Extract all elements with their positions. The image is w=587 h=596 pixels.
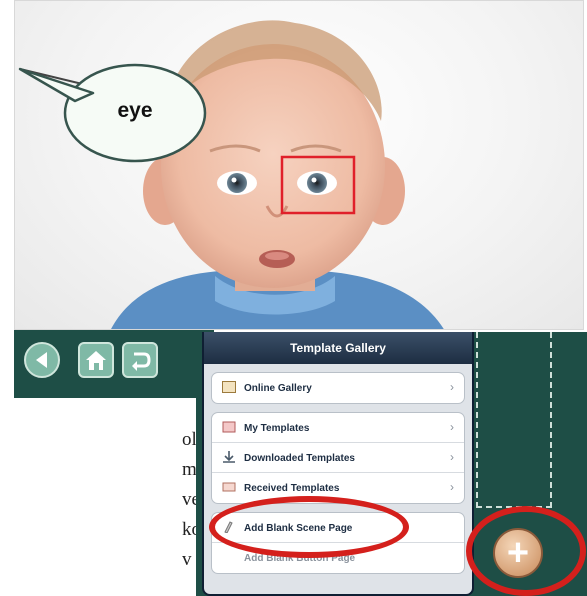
scene-toolbar — [14, 330, 214, 398]
online-group: Online Gallery › — [211, 372, 465, 404]
add-page-button[interactable]: + — [493, 528, 543, 578]
chevron-right-icon: › — [450, 450, 454, 464]
app-panel: Template Gallery Online Gallery › My Tem… — [196, 332, 587, 596]
back-arrow-icon — [36, 352, 47, 368]
chevron-right-icon: › — [450, 380, 454, 394]
downloaded-templates-label: Downloaded Templates — [244, 453, 355, 464]
templates-group: My Templates › Downloaded Templates › Re… — [211, 412, 465, 504]
online-gallery-label: Online Gallery — [244, 383, 312, 394]
received-icon — [222, 482, 236, 492]
add-blank-scene-page-item[interactable]: Add Blank Scene Page — [212, 513, 464, 543]
received-templates-label: Received Templates — [244, 483, 340, 494]
home-icon — [86, 351, 106, 370]
gallery-icon — [222, 381, 236, 393]
chevron-right-icon: › — [450, 480, 454, 494]
page-drop-zone — [476, 332, 552, 508]
redo-button[interactable] — [122, 342, 158, 378]
templates-icon — [222, 421, 236, 433]
download-icon — [223, 451, 235, 463]
blank-page-icon — [224, 521, 233, 533]
scene-photo: eye — [14, 0, 584, 330]
baby-photo — [18, 20, 444, 329]
home-button[interactable] — [78, 342, 114, 378]
add-blank-button-page-item[interactable]: Add Blank Button Page — [212, 543, 464, 573]
template-gallery-popover: Template Gallery Online Gallery › My Tem… — [202, 332, 474, 596]
back-button[interactable] — [24, 342, 60, 378]
add-page-group: Add Blank Scene Page Add Blank Button Pa… — [211, 512, 465, 574]
popover-title: Template Gallery — [204, 332, 472, 364]
redo-icon — [132, 352, 151, 371]
speech-bubble-label: eye — [117, 99, 153, 122]
plus-icon: + — [506, 532, 530, 574]
my-templates-label: My Templates — [244, 423, 310, 434]
chevron-right-icon: › — [450, 420, 454, 434]
add-blank-button-page-label: Add Blank Button Page — [244, 553, 356, 564]
add-blank-scene-page-label: Add Blank Scene Page — [244, 523, 353, 534]
received-templates-item[interactable]: Received Templates › — [212, 473, 464, 503]
downloaded-templates-item[interactable]: Downloaded Templates › — [212, 443, 464, 473]
my-templates-item[interactable]: My Templates › — [212, 413, 464, 443]
online-gallery-item[interactable]: Online Gallery › — [212, 373, 464, 403]
